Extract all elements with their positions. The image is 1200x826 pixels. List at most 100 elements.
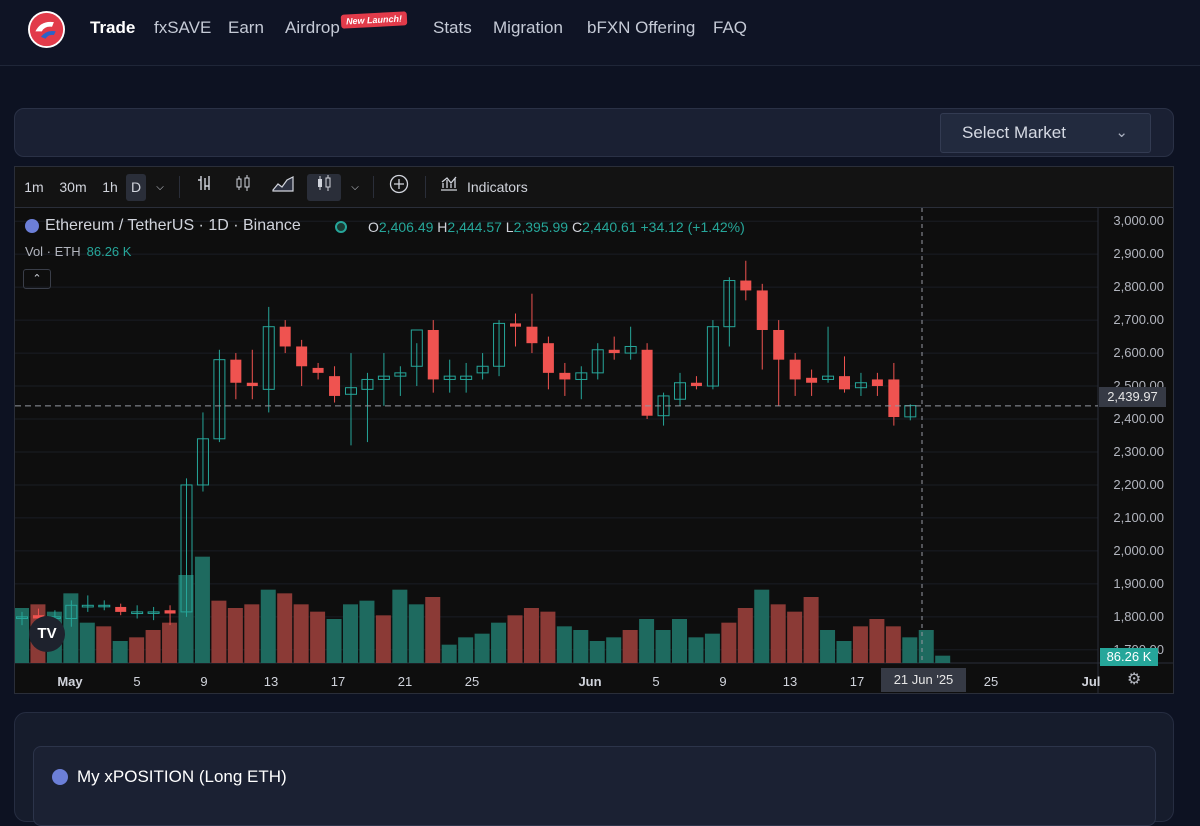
volume-bar (408, 604, 424, 663)
x-tick-label: 13 (264, 674, 278, 689)
top-nav: Trade fxSAVE Earn Airdrop New Launch! St… (0, 0, 1200, 66)
x-tick-label: 13 (783, 674, 797, 689)
volume-bar (244, 604, 260, 663)
nav-faq[interactable]: FAQ (713, 18, 747, 38)
y-tick-label: 1,900.00 (1113, 576, 1164, 591)
interval-30m[interactable]: 30m (54, 174, 92, 201)
indicators-icon[interactable] (437, 174, 461, 201)
low-value: 2,395.99 (513, 219, 569, 235)
candle-body (888, 379, 900, 418)
interval-1h[interactable]: 1h (98, 174, 122, 201)
volume-bar (573, 630, 589, 663)
toolbar-divider (179, 176, 180, 198)
candles-style-icon[interactable] (229, 174, 257, 201)
x-tick-label: 17 (850, 674, 864, 689)
volume-bar (441, 644, 457, 663)
nav-trade[interactable]: Trade (90, 18, 135, 38)
volume-bar (869, 619, 885, 663)
symbol-label: Ethereum / TetherUS · 1D · Binance (45, 217, 301, 234)
x-tick-label: 9 (719, 674, 726, 689)
open-value: 2,406.49 (378, 219, 434, 235)
tradingview-logo[interactable]: TV (29, 616, 65, 652)
volume-bar (754, 589, 770, 663)
volume-bar (474, 633, 490, 663)
change-value: +34.12 (+1.42%) (640, 219, 745, 235)
volume-bar (836, 641, 852, 663)
volume-bar (540, 611, 556, 663)
y-tick-label: 2,400.00 (1113, 411, 1164, 426)
y-tick-label: 2,800.00 (1113, 279, 1164, 294)
y-tick-label: 1,800.00 (1113, 609, 1164, 624)
f-x-logo[interactable] (28, 11, 65, 48)
y-tick-label: 2,600.00 (1113, 345, 1164, 360)
y-tick-label: 2,300.00 (1113, 444, 1164, 459)
volume-bar (129, 637, 145, 663)
volume-bar (639, 619, 655, 663)
volume-bar (885, 626, 901, 663)
market-status-dot (335, 221, 347, 233)
add-compare-icon[interactable] (385, 174, 413, 201)
candle-body (542, 343, 554, 373)
volume-bar (655, 630, 671, 663)
x-tick-label: 9 (200, 674, 207, 689)
candle-body (510, 323, 521, 327)
chart-toolbar: 1m 30m 1h D ⌵ ⌵ Indicators (15, 167, 1173, 208)
ohlc-values: O2,406.49 H2,444.57 L2,395.99 C2,440.61 … (368, 219, 745, 235)
volume-bar (918, 630, 934, 663)
volume-bar (293, 604, 309, 663)
candle-body (427, 329, 439, 380)
nav-migration[interactable]: Migration (493, 18, 563, 38)
chart-style-chevron-icon[interactable]: ⌵ (346, 174, 364, 201)
interval-d[interactable]: D (126, 174, 146, 201)
indicators-button[interactable]: Indicators (467, 174, 539, 201)
chevron-down-icon: ⌄ (1115, 124, 1128, 141)
high-value: 2,444.57 (447, 219, 502, 235)
nav-airdrop[interactable]: Airdrop (285, 18, 340, 38)
candle-body (773, 329, 785, 360)
volume-label: Vol · ETH (25, 244, 81, 259)
volume-bar (556, 626, 572, 663)
candle-body (329, 376, 341, 396)
candle-body (839, 376, 850, 390)
select-market-dropdown[interactable]: Select Market ⌄ (940, 113, 1151, 153)
y-tick-label: 2,900.00 (1113, 246, 1164, 261)
volume-bar (343, 604, 358, 663)
candle-body (690, 382, 702, 387)
x-tick-label: 17 (331, 674, 345, 689)
volume-bar (491, 622, 507, 663)
volume-bar (326, 619, 342, 663)
candle-body (559, 372, 571, 380)
select-market-label: Select Market (962, 123, 1066, 142)
area-style-icon[interactable] (269, 174, 297, 201)
y-tick-label: 2,000.00 (1113, 543, 1164, 558)
volume-bar (260, 589, 276, 663)
hollow-candles-style-icon[interactable] (307, 174, 341, 201)
volume-bar (606, 637, 622, 663)
volume-bar (79, 622, 95, 663)
chart-canvas[interactable]: 3,000.00 2,900.00 2,800.00 2,700.00 2,600.00… (15, 208, 1173, 693)
nav-bfxn-offering[interactable]: bFXN Offering (587, 18, 695, 38)
nav-fxsave[interactable]: fxSAVE (154, 18, 211, 38)
nav-earn[interactable]: Earn (228, 18, 264, 38)
candle-body (526, 326, 538, 344)
x-tick-label: 21 (398, 674, 412, 689)
candle-body (246, 382, 258, 387)
nav-stats[interactable]: Stats (433, 18, 472, 38)
collapse-legend-button[interactable]: ⌃ (23, 269, 51, 289)
crosshair-price-label: 2,439.97 (1099, 387, 1166, 407)
ethereum-icon (25, 219, 39, 233)
candle-body (871, 379, 883, 387)
price-chart[interactable]: 1m 30m 1h D ⌵ ⌵ Indicators 3,000.00 2,900… (14, 166, 1174, 694)
bars-style-icon[interactable] (191, 174, 219, 201)
volume-bar (507, 615, 523, 663)
volume-bar (902, 637, 918, 663)
gear-icon[interactable]: ⚙ (1127, 669, 1141, 689)
candle-body (806, 377, 818, 383)
interval-1m[interactable]: 1m (21, 174, 47, 201)
open-label: O (368, 219, 379, 235)
interval-dropdown-chevron-icon[interactable]: ⌵ (151, 174, 169, 201)
volume-bar (672, 619, 687, 663)
x-tick-label: 5 (133, 674, 140, 689)
candle-body (296, 346, 308, 367)
logo-icon (29, 12, 64, 47)
